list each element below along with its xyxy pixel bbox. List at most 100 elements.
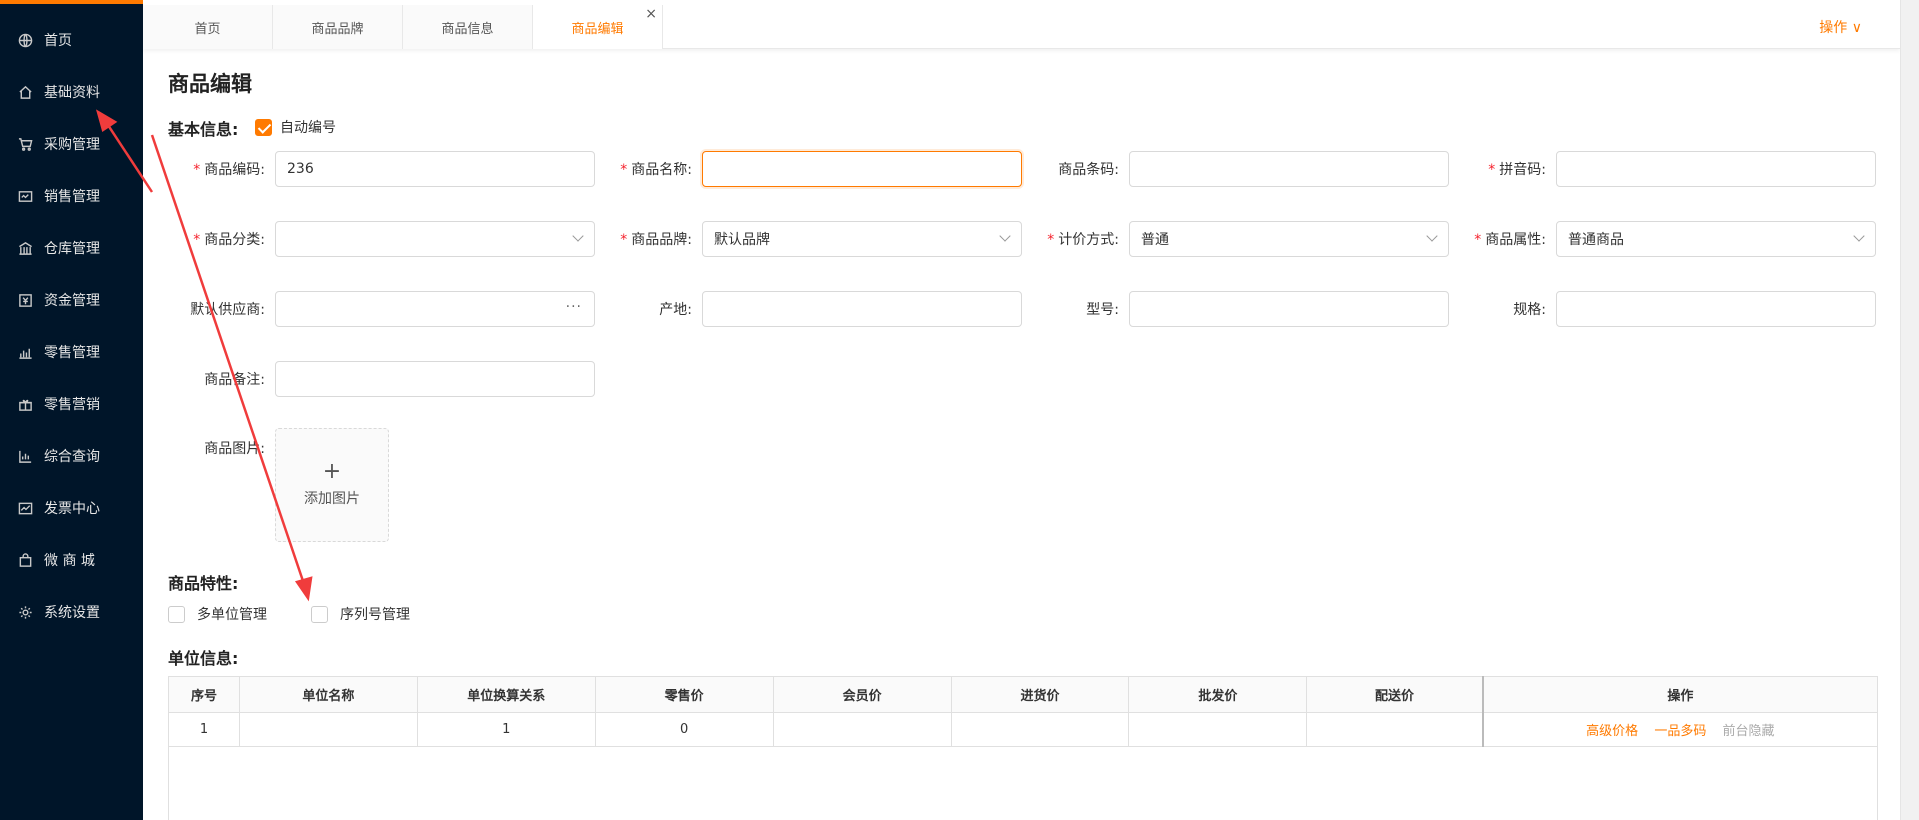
cell-unit-name[interactable] [238,712,418,747]
sidebar-item-purchase[interactable]: 采购管理 [0,124,143,164]
sidebar-item-marketing[interactable]: 零售营销 [0,384,143,424]
table-header-row: 序号 单位名称 单位换算关系 零售价 会员价 进货价 批发价 配送价 操作 [168,676,1878,713]
chevron-down-icon [1853,230,1865,242]
units-title: 单位信息: [168,649,239,668]
col-header: 零售价 [594,676,774,713]
scrollbar[interactable] [1900,0,1919,820]
close-icon[interactable]: × [645,6,657,22]
hide-frontend-link[interactable]: 前台隐藏 [1722,724,1774,739]
supplier-picker[interactable]: ··· [275,291,595,327]
tab-home[interactable]: 首页 [143,5,273,49]
field-code: * 商品编码: 236 [143,151,595,187]
invoice-icon [16,499,34,517]
pinyin-input[interactable] [1556,151,1876,187]
cell-wholesale[interactable] [1128,712,1308,747]
name-input[interactable] [702,151,1022,187]
field-category: * 商品分类: [143,221,595,257]
advanced-price-link[interactable]: 高级价格 [1586,724,1638,739]
sidebar-item-mall[interactable]: 微 商 城 [0,540,143,580]
field-label: 规格: [1513,302,1546,318]
multi-unit-label: 多单位管理 [197,607,267,623]
field-spec: 规格: [1424,291,1876,327]
tab-label: 首页 [194,21,221,37]
col-header: 批发价 [1128,676,1308,713]
code-input[interactable]: 236 [275,151,595,187]
sidebar-item-warehouse[interactable]: 仓库管理 [0,228,143,268]
serial-label: 序列号管理 [340,607,410,623]
upload-label: 添加图片 [304,491,360,507]
field-brand: * 商品品牌: 默认品牌 [570,221,1022,257]
sidebar-item-query[interactable]: 综合查询 [0,436,143,476]
globe-icon [16,31,34,49]
sidebar-item-label: 发票中心 [44,501,100,517]
shop-icon [16,551,34,569]
field-label: * 商品名称: [620,162,692,178]
sidebar-item-basic-data[interactable]: 基础资料 [0,72,143,112]
sidebar: 首页 基础资料 采购管理 销售管理 仓库管理 资金管理 零售管理 零售营销 综合… [0,0,143,820]
sidebar-item-label: 系统设置 [44,605,100,621]
tab-brand[interactable]: 商品品牌 [273,5,403,49]
multi-code-link[interactable]: 一品多码 [1654,724,1706,739]
model-input[interactable] [1129,291,1449,327]
field-barcode: 商品条码: [997,151,1449,187]
warehouse-icon [16,239,34,257]
basic-info-title: 基本信息: [168,120,239,139]
col-header: 配送价 [1306,676,1484,713]
auto-code-checkbox[interactable]: 自动编号 [255,117,336,137]
tab-goods-edit[interactable]: 商品编辑 × [533,5,663,49]
retail-icon [16,343,34,361]
sidebar-item-home[interactable]: 首页 [0,20,143,60]
sidebar-item-settings[interactable]: 系统设置 [0,592,143,632]
home-icon [16,83,34,101]
spec-input[interactable] [1556,291,1876,327]
field-origin: 产地: [570,291,1022,327]
cell-retail[interactable]: 0 [594,712,774,747]
gear-icon [16,603,34,621]
pricing-select[interactable]: 普通 [1129,221,1449,257]
operations-dropdown[interactable]: 操作 ∨ [1819,17,1862,37]
page-title: 商品编辑 [168,72,252,96]
tab-label: 商品信息 [441,21,494,37]
sales-icon [16,187,34,205]
col-header: 单位换算关系 [416,676,596,713]
attr-select[interactable]: 普通商品 [1556,221,1876,257]
origin-input[interactable] [702,291,1022,327]
field-label: * 拼音码: [1488,162,1546,178]
field-label: * 商品属性: [1474,232,1546,248]
serial-checkbox[interactable]: 序列号管理 [311,604,410,624]
col-header: 单位名称 [238,676,418,713]
cell-ratio[interactable]: 1 [416,712,596,747]
features-title: 商品特性: [168,574,239,593]
cell-no: 1 [168,712,240,747]
field-label: 产地: [659,302,692,318]
cell-member[interactable] [772,712,952,747]
sidebar-item-label: 零售营销 [44,397,100,413]
col-header: 会员价 [772,676,952,713]
sidebar-item-label: 微 商 城 [44,553,95,569]
sidebar-item-label: 综合查询 [44,449,100,465]
field-attr: * 商品属性: 普通商品 [1424,221,1876,257]
barcode-input[interactable] [1129,151,1449,187]
sidebar-item-finance[interactable]: 资金管理 [0,280,143,320]
plus-icon: + [322,459,342,484]
units-table: 序号 单位名称 单位换算关系 零售价 会员价 进货价 批发价 配送价 操作 1 … [168,676,1878,747]
sidebar-item-label: 首页 [44,33,72,49]
field-label: * 商品分类: [193,232,265,248]
sidebar-item-invoice[interactable]: 发票中心 [0,488,143,528]
field-label: 型号: [1086,302,1119,318]
sidebar-item-retail[interactable]: 零售管理 [0,332,143,372]
checkbox-checked-icon [255,118,272,136]
tab-label: 商品品牌 [311,21,364,37]
cell-delivery[interactable] [1306,712,1484,747]
category-select[interactable] [275,221,595,257]
field-label: 商品条码: [1058,162,1119,178]
sidebar-item-sales[interactable]: 销售管理 [0,176,143,216]
field-pricing: * 计价方式: 普通 [997,221,1449,257]
tab-goods-info[interactable]: 商品信息 [403,5,533,49]
multi-unit-checkbox[interactable]: 多单位管理 [168,604,267,624]
image-upload[interactable]: + 添加图片 [275,428,389,542]
field-label: * 计价方式: [1047,232,1119,248]
brand-select[interactable]: 默认品牌 [702,221,1022,257]
remark-input[interactable] [275,361,595,397]
cell-purchase[interactable] [950,712,1130,747]
